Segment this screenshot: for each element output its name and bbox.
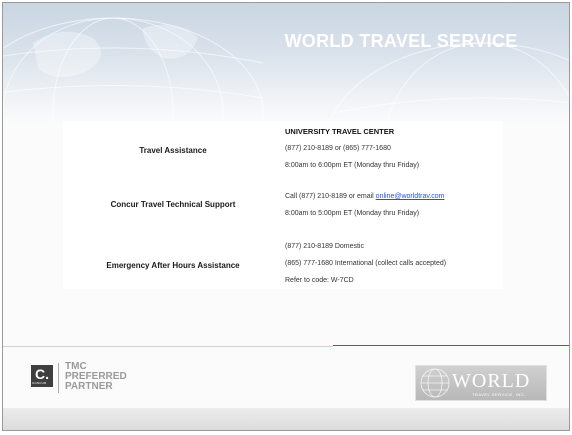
page-title: WORLD TRAVEL SERVICE <box>284 31 518 51</box>
footer-divider <box>3 346 333 347</box>
travel-assistance-label: Travel Assistance <box>139 146 207 155</box>
logo-separator <box>58 363 59 393</box>
support-email-link[interactable]: online@worldtrav.com <box>376 193 445 200</box>
travel-hours: 8:00am to 6:00pm ET (Monday thru Friday) <box>285 162 420 169</box>
slide: WORLD TRAVEL SERVICE Travel Assistance U… <box>2 2 570 431</box>
header-banner: WORLD TRAVEL SERVICE <box>3 3 569 123</box>
emergency-label: Emergency After Hours Assistance <box>106 261 240 270</box>
contact-panel: Travel Assistance UNIVERSITY TRAVEL CENT… <box>63 121 503 289</box>
concur-letter: C. <box>35 366 49 382</box>
tmc-partner-badge: TMC PREFERRED PARTNER <box>65 362 127 392</box>
tech-support-call-text: Call (877) 210-8189 or email <box>285 193 376 200</box>
world-logo-subtext: TRAVEL SERVICE, INC. <box>472 392 526 397</box>
footer-accent-line <box>333 345 569 346</box>
world-logo-text: WORLD <box>452 370 531 392</box>
travel-center-name: UNIVERSITY TRAVEL CENTER <box>285 127 395 136</box>
concur-logo: C. CONCUR <box>31 365 53 387</box>
tech-support-contact: Call (877) 210-8189 or email online@worl… <box>285 192 445 201</box>
tmc-line-3: PARTNER <box>65 381 113 392</box>
tech-support-hours: 8:00am to 5:00pm ET (Monday thru Friday) <box>285 210 420 217</box>
tech-support-label: Concur Travel Technical Support <box>110 200 236 209</box>
world-globe-icon <box>420 368 450 398</box>
travel-phone: (877) 210-8189 or (865) 777-1680 <box>285 145 391 152</box>
emergency-international: (865) 777-1680 International (collect ca… <box>285 260 447 267</box>
concur-word: CONCUR <box>32 381 47 385</box>
emergency-domestic: (877) 210-8189 Domestic <box>285 243 364 250</box>
emergency-code: Refer to code: W-7CD <box>285 277 354 284</box>
world-travel-logo: WORLD TRAVEL SERVICE, INC. <box>415 365 547 401</box>
globe-graphic <box>3 17 569 123</box>
footer-bar <box>3 408 569 430</box>
